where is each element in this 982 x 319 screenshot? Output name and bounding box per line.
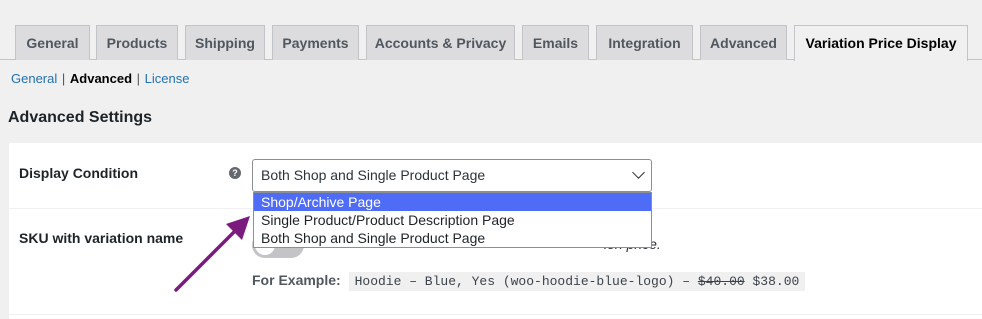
tab-advanced[interactable]: Advanced (700, 25, 787, 60)
tab-shipping[interactable]: Shipping (185, 25, 265, 60)
display-condition-dropdown: Shop/Archive Page Single Product/Product… (253, 192, 652, 248)
select-current-value: Both Shop and Single Product Page (261, 167, 486, 183)
sub-navigation: General | Advanced | License (11, 71, 189, 87)
tab-products[interactable]: Products (96, 25, 178, 60)
sku-example: For Example: Hoodie – Blue, Yes (woo-hoo… (252, 272, 806, 291)
page-title: Advanced Settings (8, 109, 153, 126)
tab-payments[interactable]: Payments (272, 25, 359, 60)
example-old-price: $40.00 (697, 274, 745, 289)
settings-tabs: General Products Shipping Payments Accou… (0, 0, 982, 61)
tab-general[interactable]: General (15, 25, 90, 60)
example-label: For Example: (252, 272, 341, 288)
tab-accounts-privacy[interactable]: Accounts & Privacy (366, 25, 515, 60)
dropdown-option[interactable]: Shop/Archive Page (254, 193, 651, 211)
subnav-advanced-current: Advanced (69, 71, 133, 86)
example-new-price: $38.00 (752, 274, 800, 289)
tab-integration[interactable]: Integration (596, 25, 693, 60)
subnav-general-link[interactable]: General (11, 71, 57, 86)
dropdown-option[interactable]: Single Product/Product Description Page (254, 211, 651, 229)
subnav-license-link[interactable]: License (145, 71, 190, 86)
display-condition-label: Display Condition (19, 165, 138, 181)
chevron-down-icon (632, 166, 645, 179)
subnav-separator: | (136, 71, 141, 86)
display-condition-select[interactable]: Both Shop and Single Product Page (252, 159, 652, 192)
sku-variation-label: SKU with variation name (19, 230, 184, 246)
annotation-arrow-icon (174, 216, 250, 292)
subnav-separator: | (61, 71, 66, 86)
row-divider (9, 314, 982, 315)
example-text: Hoodie – Blue, Yes (woo-hoodie-blue-logo… (354, 274, 698, 289)
example-code: Hoodie – Blue, Yes (woo-hoodie-blue-logo… (348, 272, 806, 291)
tab-variation-price-display[interactable]: Variation Price Display (794, 25, 968, 61)
dropdown-option[interactable]: Both Shop and Single Product Page (254, 229, 651, 247)
help-icon[interactable]: ? (229, 167, 241, 179)
tab-emails[interactable]: Emails (522, 25, 589, 60)
